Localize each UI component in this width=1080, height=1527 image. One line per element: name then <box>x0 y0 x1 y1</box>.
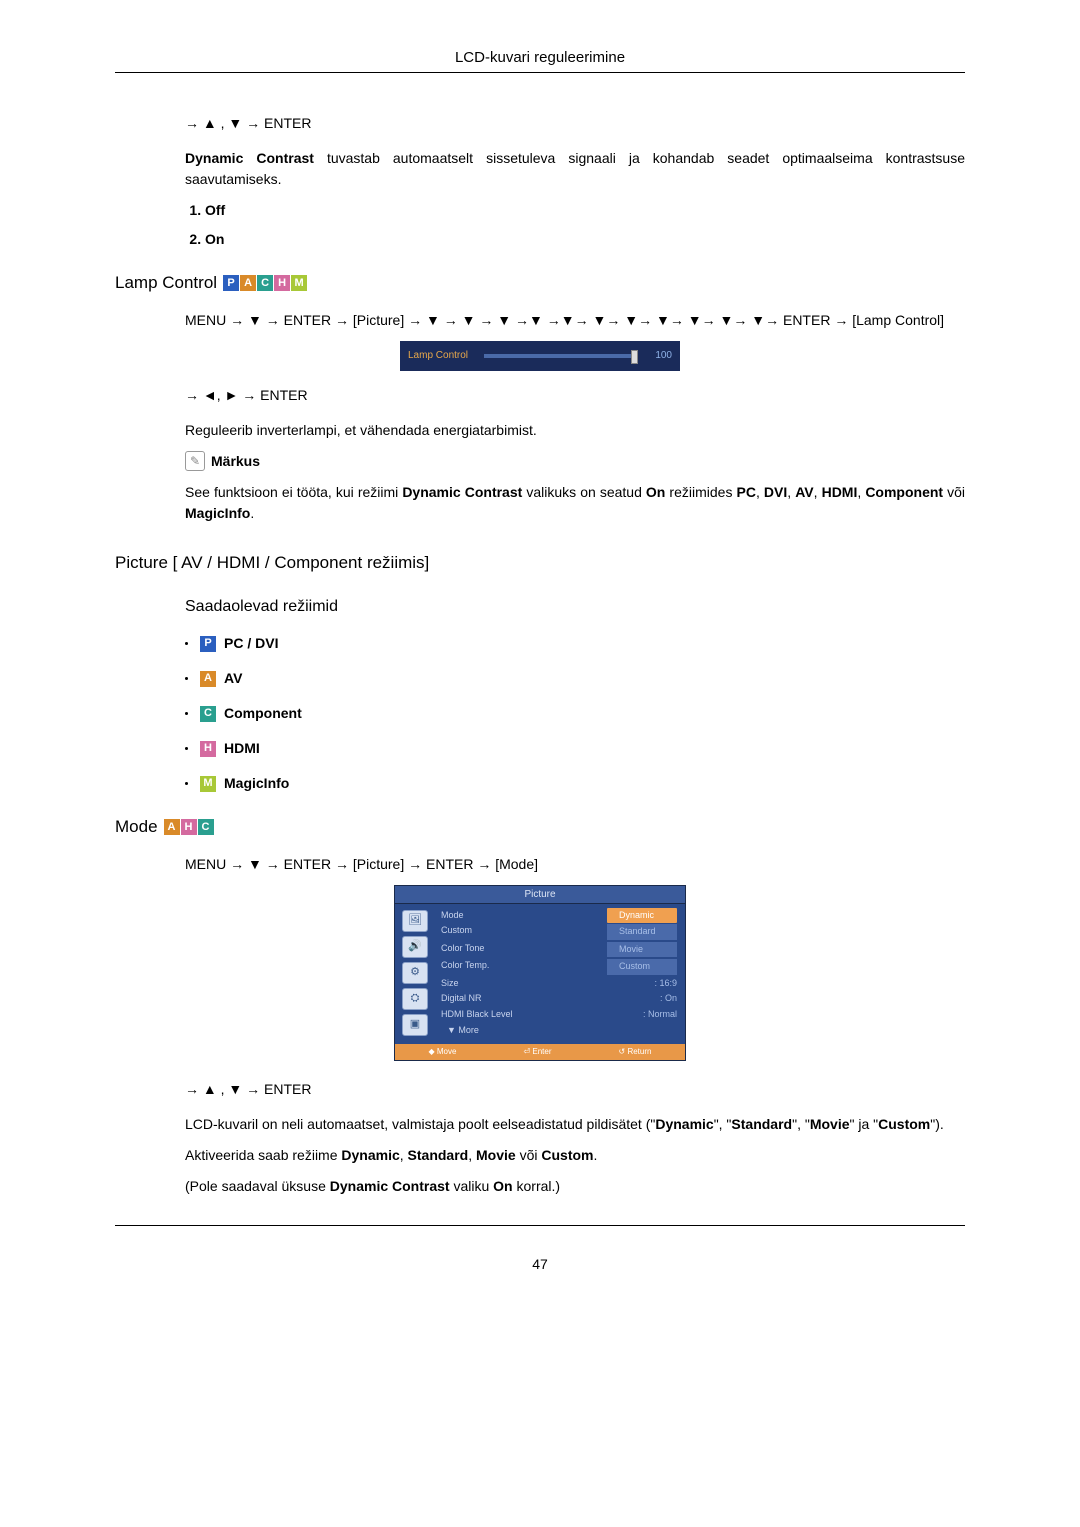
nav-line-1: → ▲ , ▼ → ENTER <box>185 113 965 134</box>
note-heading: ✎ Märkus <box>185 451 965 472</box>
badge-m-icon: M <box>200 776 216 792</box>
mode-heading: Mode A H C <box>115 814 965 840</box>
mode-desc-2: Aktiveerida saab režiime Dynamic, Standa… <box>185 1145 965 1166</box>
picture-section-title: Picture [ AV / HDMI / Component režiimis… <box>115 550 429 576</box>
osd-picture-tab-icon: 🖼 <box>402 910 428 932</box>
lamp-control-desc: Reguleerib inverterlampi, et vähendada e… <box>185 420 965 441</box>
mode-component: CComponent <box>185 703 965 724</box>
available-modes-subtitle: Saadaolevad režiimid <box>185 595 965 619</box>
osd-sound-tab-icon: 🔊 <box>402 936 428 958</box>
osd-bar-label: Lamp Control <box>408 348 478 363</box>
dynamic-contrast-term: Dynamic Contrast <box>185 150 314 166</box>
badge-h-icon: H <box>181 819 197 835</box>
osd-bar-value: 100 <box>644 348 672 363</box>
osd-option-tab-icon: ⛭ <box>402 988 428 1010</box>
lamp-control-title: Lamp Control <box>115 270 217 296</box>
nav-line-3: → ▲ , ▼ → ENTER <box>185 1079 965 1100</box>
mode-desc-1: LCD-kuvaril on neli automaatset, valmist… <box>185 1114 965 1135</box>
badge-c-icon: C <box>200 706 216 722</box>
note-label: Märkus <box>211 451 260 472</box>
available-modes-list: PPC / DVI AAV CComponent HHDMI MMagicInf… <box>185 633 965 794</box>
badge-c-icon: C <box>257 275 273 291</box>
osd-row-color-tone: Color ToneMovie <box>437 941 681 959</box>
mode-desc-3: (Pole saadaval üksuse Dynamic Contrast v… <box>185 1176 965 1197</box>
note-icon: ✎ <box>185 451 205 471</box>
note-text: See funktsioon ei tööta, kui režiimi Dyn… <box>185 482 965 524</box>
badge-a-icon: A <box>240 275 256 291</box>
page-footer-rule <box>115 1225 965 1230</box>
osd-side-icons: 🖼 🔊 ⚙ ⛭ ▣ <box>399 908 431 1040</box>
osd-bar-slider <box>484 354 638 358</box>
osd-setup-tab-icon: ⚙ <box>402 962 428 984</box>
lamp-control-menu-path: MENU → ▼ → ENTER → [Picture] → ▼ → ▼ → ▼… <box>185 310 965 331</box>
osd-footer-move: ◆ Move <box>429 1046 457 1058</box>
badge-p-icon: P <box>223 275 239 291</box>
badge-h-icon: H <box>274 275 290 291</box>
mode-magicinfo: MMagicInfo <box>185 773 965 794</box>
osd-row-digital-nr: Digital NR: On <box>437 991 681 1007</box>
badge-a-icon: A <box>200 671 216 687</box>
lamp-control-heading: Lamp Control P A C H M <box>115 270 965 296</box>
badge-h-icon: H <box>200 741 216 757</box>
option-on: On <box>205 229 965 250</box>
option-off: Off <box>205 200 965 221</box>
lamp-control-osd-bar: Lamp Control 100 <box>400 341 680 371</box>
osd-row-mode: ModeDynamic <box>437 908 681 924</box>
off-on-list: Off On <box>185 200 965 250</box>
mode-av: AAV <box>185 668 965 689</box>
lamp-control-badges: P A C H M <box>223 275 307 291</box>
mode-badges: A H C <box>164 819 214 835</box>
osd-input-tab-icon: ▣ <box>402 1014 428 1036</box>
mode-pc-dvi: PPC / DVI <box>185 633 965 654</box>
osd-slider-thumb <box>631 350 638 364</box>
badge-c-icon: C <box>198 819 214 835</box>
osd-row-color-temp: Color Temp.Custom <box>437 958 681 976</box>
osd-row-custom: CustomStandard <box>437 923 681 941</box>
page-number: 47 <box>115 1254 965 1275</box>
page-header: LCD-kuvari reguleerimine <box>115 49 965 73</box>
mode-menu-path: MENU → ▼ → ENTER → [Picture] → ENTER → [… <box>185 854 965 875</box>
osd-row-size: Size: 16:9 <box>437 976 681 992</box>
badge-m-icon: M <box>291 275 307 291</box>
osd-more-row: ▼ More <box>437 1022 681 1040</box>
osd-footer-return: ↺ Return <box>619 1046 652 1058</box>
nav-line-2: → ◄, ► → ENTER <box>185 385 965 406</box>
mode-title: Mode <box>115 814 158 840</box>
badge-p-icon: P <box>200 636 216 652</box>
osd-row-hdmi-black: HDMI Black Level: Normal <box>437 1007 681 1023</box>
dynamic-contrast-description: Dynamic Contrast tuvastab automaatselt s… <box>185 148 965 190</box>
osd-menu-title: Picture <box>395 886 685 904</box>
osd-footer-enter: ⏎ Enter <box>523 1046 551 1058</box>
picture-section-heading: Picture [ AV / HDMI / Component režiimis… <box>115 550 965 576</box>
osd-footer: ◆ Move ⏎ Enter ↺ Return <box>395 1044 685 1060</box>
mode-hdmi: HHDMI <box>185 738 965 759</box>
picture-osd-menu: Picture 🖼 🔊 ⚙ ⛭ ▣ ModeDynamic CustomStan… <box>394 885 686 1061</box>
badge-a-icon: A <box>164 819 180 835</box>
osd-rows: ModeDynamic CustomStandard Color ToneMov… <box>431 908 681 1040</box>
